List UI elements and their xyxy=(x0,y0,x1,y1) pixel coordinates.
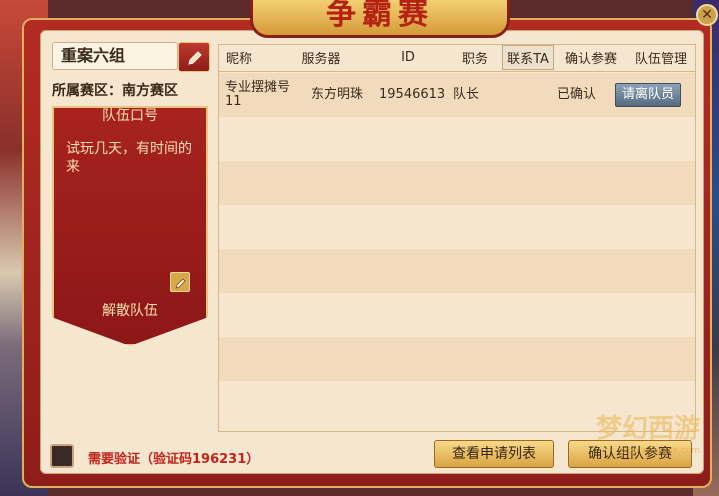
disband-team-button[interactable]: 解散队伍 xyxy=(52,300,208,320)
watermark-logo: 梦幻西游 xyxy=(595,414,700,444)
edit-slogan-button[interactable] xyxy=(170,272,190,292)
header-contact-tab[interactable]: 联系TA xyxy=(500,45,556,70)
header-confirm: 确认参赛 xyxy=(564,52,617,67)
table-header: 昵称 服务器 ID 职务 联系TA 确认参赛 队伍管理 xyxy=(218,44,696,72)
table-rows: 专业摆摊号11 东方明珠 19546613 队长 已确认 请离队员 xyxy=(219,73,695,425)
slogan-text: 试玩几天，有时间的来 xyxy=(66,141,192,175)
region-label: 所属赛区：南方赛区 xyxy=(52,83,178,99)
view-apply-list-button[interactable]: 查看申请列表 xyxy=(434,440,554,468)
kick-member-button[interactable]: 请离队员 xyxy=(615,83,681,107)
cell-role: 队长 xyxy=(453,87,480,102)
team-name: 重案六组 xyxy=(52,42,178,70)
cell-server: 东方明珠 xyxy=(311,87,364,102)
table-row[interactable]: 专业摆摊号11 东方明珠 19546613 队长 已确认 请离队员 xyxy=(219,73,695,117)
table-row xyxy=(219,205,695,249)
banner-title: 争霸赛 xyxy=(250,0,510,38)
table-row xyxy=(219,117,695,161)
cell-id: 19546613 xyxy=(379,87,446,102)
slogan-title: 队伍口号 xyxy=(102,108,158,124)
table-row xyxy=(219,161,695,205)
pencil-icon xyxy=(188,51,202,65)
table-row xyxy=(219,293,695,337)
watermark-url: xyq.netease.com xyxy=(622,446,700,456)
table-row xyxy=(219,337,695,381)
header-id: ID xyxy=(401,50,415,65)
watermark: 梦幻西游 xyq.netease.com xyxy=(580,412,700,488)
verify-checkbox[interactable] xyxy=(50,444,74,468)
header-manage: 队伍管理 xyxy=(634,52,687,67)
header-server: 服务器 xyxy=(301,52,341,67)
header-role: 职务 xyxy=(461,52,488,67)
table-row xyxy=(219,249,695,293)
close-button[interactable]: ✕ xyxy=(696,4,718,26)
pencil-icon xyxy=(175,278,186,289)
cell-confirm: 已确认 xyxy=(557,87,597,102)
header-nickname: 昵称 xyxy=(226,52,253,67)
cell-nickname: 专业摆摊号11 xyxy=(225,80,291,109)
verify-text: 需要验证（验证码196231） xyxy=(88,452,260,467)
edit-team-name-button[interactable] xyxy=(178,42,210,72)
